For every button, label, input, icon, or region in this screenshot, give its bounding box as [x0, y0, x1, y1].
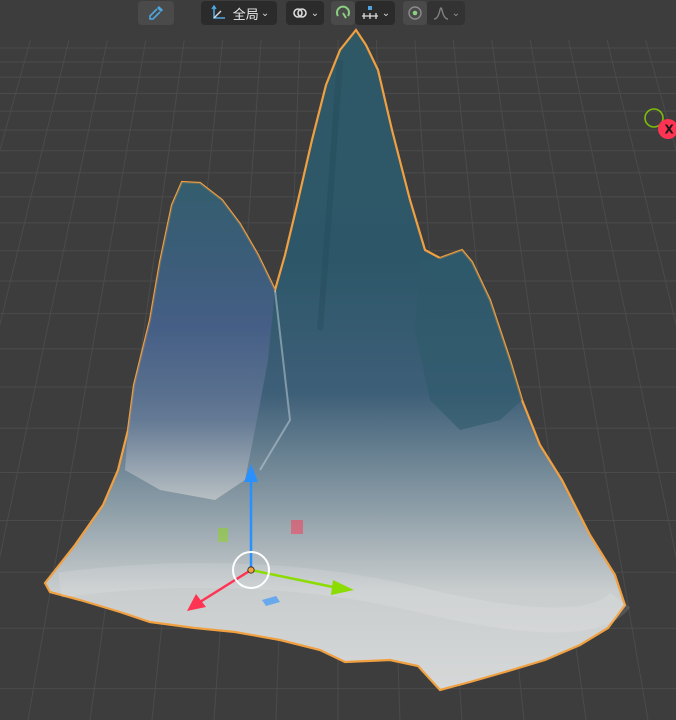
gizmo-xz-plane-handle[interactable] — [218, 528, 228, 542]
magnet-snap-icon — [334, 4, 352, 22]
chevron-down-icon: ⌄ — [451, 7, 461, 19]
navigation-gizmo[interactable]: X — [644, 108, 676, 139]
grid-line — [645, 39, 676, 152]
link-pivot-icon — [291, 4, 309, 22]
scene-canvas[interactable]: X — [0, 0, 676, 720]
transform-axes-icon — [209, 4, 227, 22]
falloff-dropdown[interactable]: ⌄ — [427, 1, 465, 25]
snap-target-dropdown[interactable]: ⌄ — [355, 1, 395, 25]
gizmo-yz-plane-handle[interactable] — [291, 520, 303, 534]
object-origin-dot — [247, 566, 255, 574]
grid-line — [27, 39, 147, 720]
proportional-edit-icon — [406, 4, 424, 22]
grid-line — [0, 39, 31, 152]
chevron-down-icon: ⌄ — [381, 7, 391, 19]
3d-viewport[interactable]: X — [0, 0, 676, 720]
transform-orientation-dropdown[interactable]: 全局 ⌄ — [201, 1, 277, 25]
nav-x-label: X — [665, 123, 675, 137]
proportional-edit-toggle[interactable] — [403, 1, 427, 25]
viewport-header-toolbar: 全局 ⌄ ⌄ ⌄ ⌄ — [0, 0, 676, 26]
transform-orientation-label: 全局 — [232, 7, 259, 23]
pivot-point-dropdown[interactable]: ⌄ — [286, 1, 324, 25]
eyedropper-icon — [147, 4, 165, 22]
chevron-down-icon: ⌄ — [310, 7, 320, 19]
snap-increment-icon — [360, 4, 380, 22]
chevron-down-icon: ⌄ — [260, 7, 270, 19]
grid-line — [0, 39, 70, 327]
eyedropper-button[interactable] — [138, 1, 174, 25]
grid-line — [0, 39, 108, 559]
falloff-curve-icon — [432, 4, 450, 22]
snap-toggle-button[interactable] — [331, 1, 355, 25]
